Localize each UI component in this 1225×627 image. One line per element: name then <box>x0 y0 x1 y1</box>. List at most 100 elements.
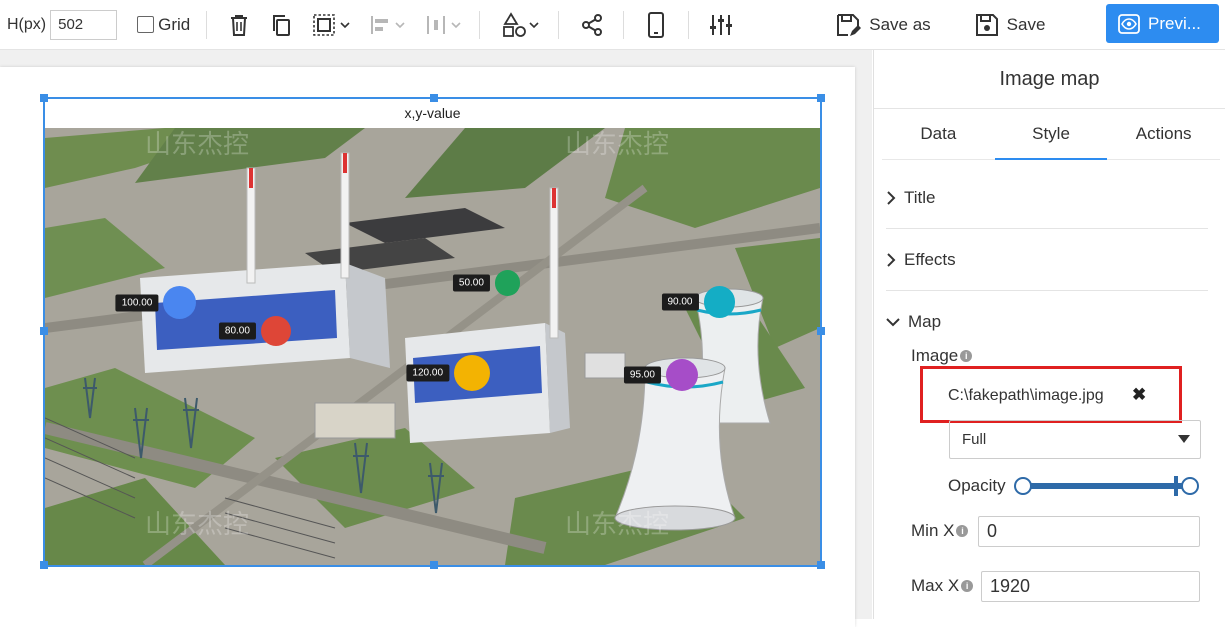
map-area[interactable]: 山东杰控 山东杰控 山东杰控 山东杰控 100.00 80.00 50.00 120.… <box>45 128 820 565</box>
opacity-slider-marker <box>1174 476 1178 496</box>
resize-handle[interactable] <box>430 94 438 102</box>
save-label: Save <box>1006 14 1046 34</box>
watermark-text: 山东杰控 <box>565 510 669 540</box>
section-effects-label: Effects <box>904 249 956 269</box>
toolbar-divider <box>558 10 560 39</box>
toolbar-divider <box>688 10 690 39</box>
min-x-field-label: Min X i <box>911 521 969 541</box>
distribute-icon <box>426 15 445 34</box>
tab-style[interactable]: Style <box>994 118 1108 160</box>
tab-actions[interactable]: Actions <box>1107 118 1220 159</box>
layer-icon <box>312 13 335 36</box>
chevron-down-icon <box>451 21 461 28</box>
save-icon <box>975 13 998 36</box>
grid-checkbox[interactable]: Grid <box>137 15 190 35</box>
image-file-name: C:\fakepath\image.jpg <box>948 387 1104 404</box>
max-x-input[interactable] <box>981 571 1200 602</box>
mobile-preview-button[interactable] <box>644 5 668 45</box>
chevron-down-icon <box>529 21 539 28</box>
share-icon <box>582 13 603 36</box>
save-as-button[interactable]: Save as <box>835 12 931 38</box>
toolbar-divider <box>206 10 208 39</box>
share-button[interactable] <box>579 5 605 45</box>
image-field-label: Image i <box>911 346 973 366</box>
image-label: Image <box>911 346 959 365</box>
chevron-down-icon <box>395 21 405 28</box>
widget-title: x,y-value <box>45 99 820 128</box>
watermark-text: 山东杰控 <box>145 130 249 160</box>
shapes-dropdown-button[interactable] <box>500 5 542 45</box>
fit-mode-value: Full <box>962 431 987 448</box>
layer-dropdown-button[interactable] <box>309 5 353 45</box>
fit-mode-select[interactable]: Full <box>949 420 1201 459</box>
opacity-slider-handle-min[interactable] <box>1014 477 1032 495</box>
resize-handle[interactable] <box>40 327 48 335</box>
section-title[interactable]: Title <box>886 167 1208 229</box>
chevron-right-icon <box>887 252 896 267</box>
sliders-icon <box>710 14 733 35</box>
preview-label: Previ... <box>1148 13 1201 33</box>
watermark-text: 山东杰控 <box>565 130 669 160</box>
height-label: H(px) <box>7 15 47 33</box>
grid-checkbox-box[interactable] <box>137 16 155 33</box>
map-point-label: 100.00 <box>115 294 159 312</box>
chevron-down-icon <box>886 318 900 327</box>
map-point[interactable] <box>494 270 521 296</box>
min-x-input[interactable] <box>978 516 1200 547</box>
delete-button[interactable] <box>225 5 253 45</box>
map-point-label: 90.00 <box>661 293 699 311</box>
caret-down-icon <box>1178 435 1190 443</box>
align-left-icon <box>370 15 388 34</box>
map-point-label: 120.00 <box>406 364 450 382</box>
opacity-slider-handle-max[interactable] <box>1181 477 1199 495</box>
eye-icon <box>1118 13 1140 34</box>
info-icon[interactable]: i <box>961 580 974 592</box>
resize-handle[interactable] <box>817 561 825 569</box>
max-x-field-label: Max X i <box>911 576 974 596</box>
map-background-image: 山东杰控 山东杰控 山东杰控 山东杰控 <box>45 128 820 565</box>
map-point-label: 95.00 <box>623 366 661 384</box>
copy-button[interactable] <box>267 5 295 45</box>
map-point[interactable] <box>665 358 699 392</box>
max-x-label: Max X <box>911 576 960 595</box>
align-left-button[interactable] <box>365 5 409 45</box>
toolbar-divider <box>623 10 625 39</box>
opacity-slider[interactable] <box>1014 475 1200 497</box>
copy-icon <box>273 14 291 36</box>
resize-handle[interactable] <box>40 561 48 569</box>
properties-panel: Image map Data Style Actions Title Effec… <box>873 50 1225 619</box>
map-point[interactable] <box>703 286 735 318</box>
height-input[interactable] <box>50 9 118 40</box>
settings-button[interactable] <box>707 5 735 45</box>
min-x-label: Min X <box>911 521 955 540</box>
resize-handle[interactable] <box>430 561 438 569</box>
section-effects[interactable]: Effects <box>886 229 1208 291</box>
resize-handle[interactable] <box>817 327 825 335</box>
save-as-label: Save as <box>869 14 931 34</box>
opacity-label: Opacity <box>948 476 1006 495</box>
map-point-label: 50.00 <box>452 274 490 292</box>
resize-handle[interactable] <box>40 94 48 102</box>
map-point[interactable] <box>260 316 291 347</box>
section-map[interactable]: Map <box>886 291 1208 353</box>
section-map-label: Map <box>908 312 942 331</box>
mobile-icon <box>648 11 665 38</box>
trash-icon <box>231 14 248 36</box>
remove-image-button[interactable]: ✖ <box>1132 385 1146 405</box>
resize-handle[interactable] <box>817 94 825 102</box>
watermark-text: 山东杰控 <box>145 510 249 540</box>
tab-data[interactable]: Data <box>882 118 995 159</box>
chevron-right-icon <box>887 190 896 205</box>
toolbar: H(px) Grid Save as Sa <box>0 0 1225 50</box>
map-point[interactable] <box>454 354 491 391</box>
image-map-widget[interactable]: x,y-value 山东杰控 山东杰控 山东杰控 山东杰控 100.00 80.… <box>40 94 825 569</box>
save-button[interactable]: Save <box>975 13 1046 37</box>
distribute-button[interactable] <box>421 5 465 45</box>
map-point-label: 80.00 <box>218 322 256 340</box>
toolbar-divider <box>479 10 481 39</box>
preview-button[interactable]: Previ... <box>1106 4 1219 43</box>
info-icon[interactable]: i <box>960 350 973 362</box>
info-icon[interactable]: i <box>956 525 969 537</box>
shapes-icon <box>503 11 527 37</box>
save-as-icon <box>837 13 862 36</box>
